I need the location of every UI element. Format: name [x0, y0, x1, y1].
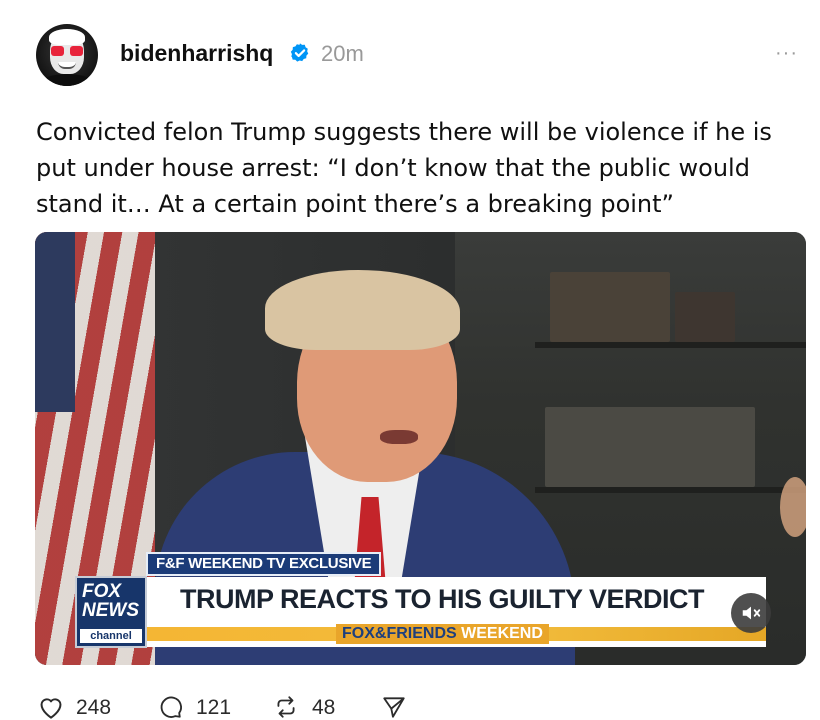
books: [550, 272, 670, 342]
verified-badge-icon: [290, 43, 309, 62]
avatar[interactable]: [36, 24, 98, 86]
person-mouth: [380, 430, 418, 444]
shelf: [535, 487, 806, 493]
flag-canton: [35, 232, 75, 412]
books: [545, 407, 755, 487]
repost-button[interactable]: 48: [272, 692, 342, 720]
fox-news-logo: FOX NEWS channel: [75, 576, 147, 648]
avatar-suit: [40, 74, 94, 86]
repost-icon: [277, 696, 295, 718]
mute-icon: [742, 606, 761, 620]
reply-button[interactable]: 121: [156, 692, 236, 720]
chyron-headline-bar: TRUMP REACTS TO HIS GUILTY VERDICT: [146, 577, 766, 621]
mute-button[interactable]: [731, 593, 771, 633]
like-count: 248: [76, 696, 112, 719]
share-button[interactable]: [380, 692, 410, 720]
show-name: FOX&FRIENDS: [342, 625, 457, 642]
video-player[interactable]: F&F WEEKEND TV EXCLUSIVE TRUMP REACTS TO…: [35, 232, 806, 665]
like-button[interactable]: 248: [36, 692, 116, 720]
username[interactable]: bidenharrishq: [120, 40, 273, 67]
chyron-tag: F&F WEEKEND TV EXCLUSIVE: [146, 552, 382, 576]
chyron-show: FOX&FRIENDS WEEKEND: [336, 624, 549, 644]
repost-count: 48: [312, 696, 336, 719]
reply-count: 121: [196, 696, 232, 719]
person-hair: [265, 270, 460, 350]
shelf: [535, 342, 806, 348]
avatar-hair: [49, 29, 85, 45]
more-icon[interactable]: ···: [775, 42, 798, 65]
chyron-show-bar: FOX&FRIENDS WEEKEND: [146, 621, 766, 647]
share-icon: [383, 697, 405, 718]
avatar-glasses: [51, 46, 83, 56]
post-time: 20m: [321, 41, 364, 66]
chyron-headline: TRUMP REACTS TO HIS GUILTY VERDICT: [180, 584, 705, 614]
books: [675, 292, 735, 342]
logo-news: NEWS: [82, 600, 139, 621]
show-weekend: WEEKEND: [461, 625, 543, 642]
lamp: [780, 477, 806, 537]
heart-icon: [40, 698, 62, 719]
post-text: Convicted felon Trump suggests there wil…: [36, 118, 772, 218]
comment-icon: [160, 696, 182, 718]
logo-channel: channel: [80, 629, 142, 643]
logo-fox: FOX: [82, 581, 122, 602]
